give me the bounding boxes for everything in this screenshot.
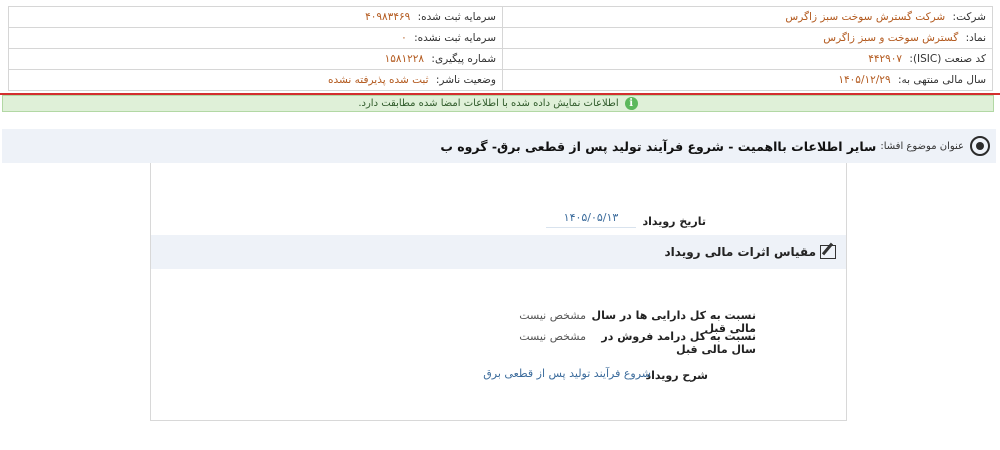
info-row: کد صنعت (ISIC): ۴۴۲۹۰۷ شماره پیگیری: ۱۵۸… xyxy=(8,48,993,70)
edit-icon xyxy=(820,245,836,259)
event-date-label: تاریخ رویداد xyxy=(642,215,706,228)
company-label: شرکت: xyxy=(952,11,986,23)
symbol-cell: نماد: گسترش سوخت و سبز زاگرس xyxy=(502,27,993,49)
company-cell: شرکت: شرکت گسترش سوخت سبز زاگرس xyxy=(502,6,993,28)
unregistered-capital-value: ۰ xyxy=(401,32,407,44)
fiscal-year-cell: سال مالی منتهی به: ۱۴۰۵/۱۲/۲۹ xyxy=(502,69,993,91)
tracking-label: شماره پیگیری: xyxy=(431,53,496,65)
subject-label: عنوان موضوع افشا: xyxy=(880,140,964,152)
ratio-value: مشخص نیست xyxy=(519,330,586,343)
isic-cell: کد صنعت (ISIC): ۴۴۲۹۰۷ xyxy=(502,48,993,70)
publisher-status-value: ثبت شده پذیرفته نشده xyxy=(328,74,429,86)
subject-bar: عنوان موضوع افشا: سایر اطلاعات بااهمیت -… xyxy=(2,129,996,163)
event-date-value: ۱۴۰۵/۰۵/۱۳ xyxy=(546,211,636,228)
registered-capital-value: ۴۰۹۸۳۴۶۹ xyxy=(365,11,411,23)
tracking-cell: شماره پیگیری: ۱۵۸۱۲۲۸ xyxy=(8,48,503,70)
financial-effects-header: مقیاس اثرات مالی رویداد xyxy=(151,235,846,269)
company-value: شرکت گسترش سوخت سبز زاگرس xyxy=(785,11,946,23)
tracking-value: ۱۵۸۱۲۲۸ xyxy=(384,53,425,65)
event-panel: تاریخ رویداد ۱۴۰۵/۰۵/۱۳ مقیاس اثرات مالی… xyxy=(150,163,847,421)
info-icon: i xyxy=(624,97,638,110)
symbol-value: گسترش سوخت و سبز زاگرس xyxy=(823,32,959,44)
fiscal-year-label: سال مالی منتهی به: xyxy=(897,74,986,86)
info-row: نماد: گسترش سوخت و سبز زاگرس سرمایه ثبت … xyxy=(8,27,993,49)
verification-notice: i اطلاعات نمایش داده شده با اطلاعات امضا… xyxy=(2,95,994,112)
description-value: شروع فرآیند تولید پس از قطعی برق xyxy=(483,367,651,380)
unregistered-capital-label: سرمایه ثبت نشده: xyxy=(414,32,496,44)
registered-capital-cell: سرمایه ثبت شده: ۴۰۹۸۳۴۶۹ xyxy=(8,6,503,28)
publisher-status-cell: وضعیت ناشر: ثبت شده پذیرفته نشده xyxy=(8,69,503,91)
fiscal-year-value: ۱۴۰۵/۱۲/۲۹ xyxy=(838,74,891,86)
registered-capital-label: سرمایه ثبت شده: xyxy=(417,11,496,23)
info-row: شرکت: شرکت گسترش سوخت سبز زاگرس سرمایه ث… xyxy=(8,6,993,28)
company-info-table: شرکت: شرکت گسترش سوخت سبز زاگرس سرمایه ث… xyxy=(8,6,993,91)
isic-value: ۴۴۲۹۰۷ xyxy=(868,53,903,65)
notice-text: اطلاعات نمایش داده شده با اطلاعات امضا ش… xyxy=(358,98,619,109)
publisher-status-label: وضعیت ناشر: xyxy=(435,74,496,86)
ratio-label: نسبت به کل درامد فروش در سال مالی قبل xyxy=(601,330,756,356)
target-icon xyxy=(970,136,990,156)
unregistered-capital-cell: سرمایه ثبت نشده: ۰ xyxy=(8,27,503,49)
subject-title: سایر اطلاعات بااهمیت - شروع فرآیند تولید… xyxy=(440,138,877,154)
info-row: سال مالی منتهی به: ۱۴۰۵/۱۲/۲۹ وضعیت ناشر… xyxy=(8,69,993,91)
financial-effects-title: مقیاس اثرات مالی رویداد xyxy=(664,245,816,259)
isic-label: کد صنعت (ISIC): xyxy=(909,53,986,65)
ratio-row-revenue: نسبت به کل درامد فروش در سال مالی قبل مش… xyxy=(496,330,756,356)
symbol-label: نماد: xyxy=(965,32,986,44)
description-label: شرح رویداد xyxy=(645,369,709,382)
